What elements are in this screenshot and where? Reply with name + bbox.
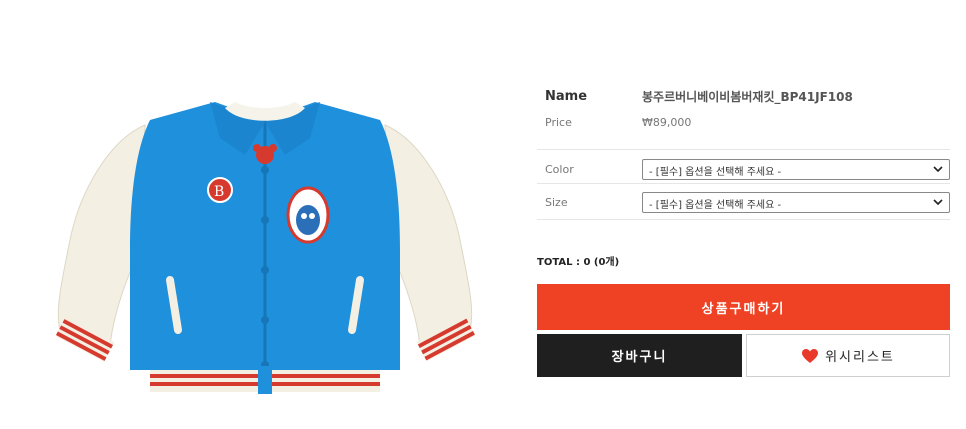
size-option-row: Size - [필수] 옵션을 선택해 주세요 - [545,190,950,214]
chevron-down-icon [933,165,943,172]
add-to-cart-label: 장바구니 [611,350,668,365]
size-label: Size [545,195,568,209]
svg-text:B: B [214,184,224,200]
color-option-row: Color - [필수] 옵션을 선택해 주세요 - [545,157,950,181]
name-label: Name [545,88,588,104]
size-select-value: - [필수] 옵션을 선택해 주세요 - [649,199,782,211]
product-price-row: Price ₩89,000 [545,113,691,131]
product-image: B [55,102,476,394]
add-to-cart-button[interactable]: 장바구니 [537,334,742,377]
divider [537,183,950,184]
product-name: 봉주르버니베이비봄버재킷_BP41JF108 [642,89,853,104]
color-select-value: - [필수] 옵션을 선택해 주세요 - [649,166,782,178]
buy-now-button[interactable]: 상품구매하기 [537,284,950,330]
product-price: ₩89,000 [642,115,692,129]
buy-now-label: 상품구매하기 [701,301,786,317]
wishlist-button[interactable]: 위시리스트 [746,334,950,377]
divider [537,149,950,150]
heart-icon [802,348,819,363]
divider [537,219,950,220]
chevron-down-icon [933,198,943,205]
size-select[interactable]: - [필수] 옵션을 선택해 주세요 - [642,191,950,213]
color-label: Color [545,162,574,176]
product-name-row: Name 봉주르버니베이비봄버재킷_BP41JF108 [545,86,853,106]
total-summary: TOTAL : 0 (0개) [537,257,620,268]
wishlist-label: 위시리스트 [825,350,895,365]
price-label: Price [545,115,572,129]
color-select[interactable]: - [필수] 옵션을 선택해 주세요 - [642,158,950,180]
